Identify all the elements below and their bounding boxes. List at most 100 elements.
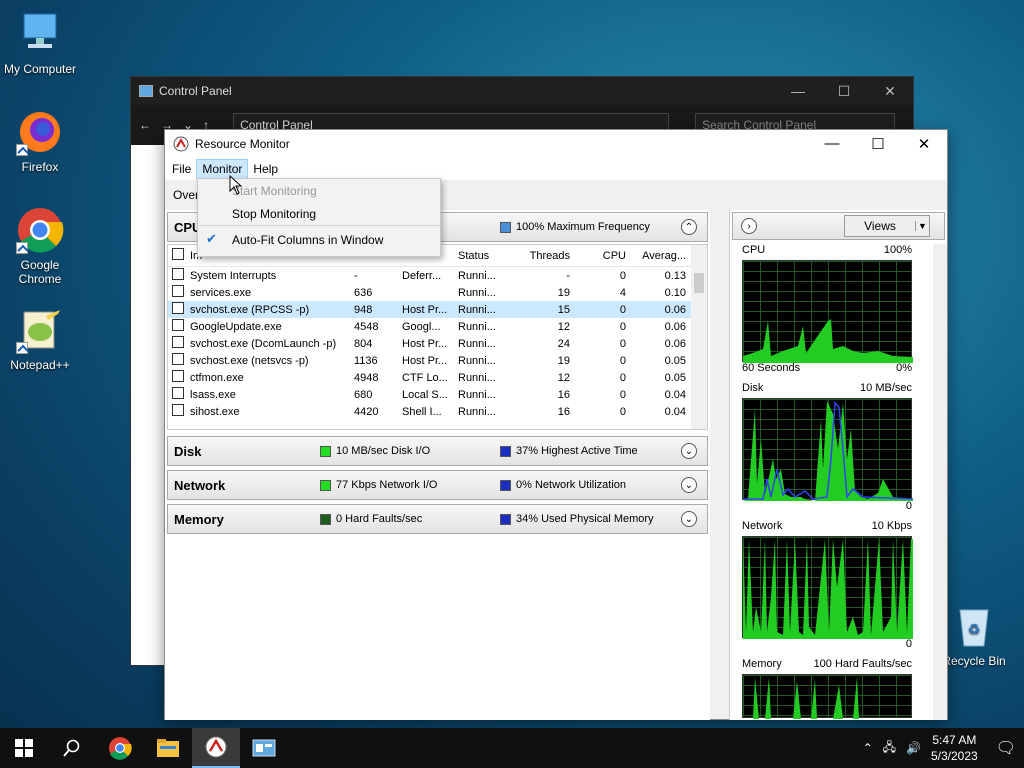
cell-description: CTF Lo... [402,371,448,384]
menu-item-stop-monitoring[interactable]: Stop Monitoring [198,202,440,225]
desktop-icon-label: Notepad++ [10,358,70,372]
table-row[interactable]: svchost.exe (DcomLaunch -p) 804 Host Pr...… [168,335,707,352]
cell-pid: 4948 [354,371,379,384]
clock[interactable]: 5:47 AM 5/3/2023 [931,732,978,764]
volume-icon[interactable]: 🔊 [906,741,921,755]
expand-chevron-icon[interactable]: ⌄ [681,511,697,527]
control-panel-icon [139,85,153,97]
cell-cpu: 0 [619,371,626,384]
expand-chevron-icon[interactable]: ⌄ [681,477,697,493]
legend-text: 77 Kbps Network I/O [336,479,438,491]
desktop-icon-label: Google Chrome [18,258,62,286]
desktop-icon-my-computer[interactable]: My Computer [0,10,80,76]
table-row[interactable]: lsass.exe 680 Local S... Runni... 16 0 0.04 [168,386,707,403]
table-row[interactable]: System Interrupts - Deferr... Runni... - 0 0.1… [168,267,707,284]
dropdown-arrow-icon: ▼ [915,221,929,231]
cell-status: Runni... [458,286,496,299]
network-section-header[interactable]: Network 77 Kbps Network I/O 0% Network U… [167,470,708,500]
taskbar-control-panel[interactable] [240,728,288,768]
close-button[interactable]: ✕ [901,135,947,153]
column-status[interactable]: Status [458,250,514,262]
menu-file[interactable]: File [167,160,196,178]
maximize-button[interactable]: ☐ [855,135,901,153]
disk-section-header[interactable]: Disk 10 MB/sec Disk I/O 37% Highest Acti… [167,436,708,466]
views-dropdown[interactable]: Views ▼ [844,215,930,237]
menu-help[interactable]: Help [248,160,283,178]
network-icon[interactable]: 🖧 [883,738,896,759]
scrollbar-thumb[interactable] [694,273,704,293]
row-checkbox[interactable] [172,336,184,348]
row-checkbox[interactable] [172,319,184,331]
legend-swatch [320,479,331,491]
legend-swatch [500,445,511,457]
cell-pid: 680 [354,388,373,401]
cell-image: GoogleUpdate.exe [190,320,282,333]
minimize-button[interactable]: — [809,135,855,153]
table-scrollbar[interactable] [691,245,707,429]
row-checkbox[interactable] [172,268,184,280]
cell-threads: 19 [557,354,570,367]
disk-graph: Disk 10 MB/sec 0 [742,382,914,514]
cell-image: svchost.exe (netsvcs -p) [190,354,309,367]
cell-description: Host Pr... [402,303,448,316]
memory-graph: Memory 100 Hard Faults/sec [742,658,913,719]
taskbar: ⌃ 🖧 🔊 5:47 AM 5/3/2023 🗨 [0,728,1024,768]
expand-chevron-icon[interactable]: ⌄ [681,443,697,459]
search-button[interactable] [48,728,96,768]
control-panel-titlebar: Control Panel — ☐ ✕ [131,77,913,105]
column-cpu[interactable]: CPU [574,250,630,262]
cell-image: System Interrupts [190,269,277,282]
close-button[interactable]: ✕ [867,83,913,100]
search-icon [63,739,80,757]
collapse-chevron-icon[interactable]: ⌃ [681,219,697,235]
row-checkbox[interactable] [172,370,184,382]
maximize-button[interactable]: ☐ [821,83,867,100]
resource-monitor-titlebar: Resource Monitor — ☐ ✕ [165,130,947,158]
row-checkbox[interactable] [172,387,184,399]
row-checkbox[interactable] [172,353,184,365]
legend-swatch [320,513,331,525]
table-row[interactable]: services.exe 636 Runni... 19 4 0.10 [168,284,707,301]
table-row[interactable]: svchost.exe (netsvcs -p) 1136 Host Pr... Ru… [168,352,707,369]
graph-time-span: 60 Seconds [742,362,801,374]
start-button[interactable] [0,728,48,768]
graph-pane-scrollbar[interactable] [933,244,947,720]
row-checkbox[interactable] [172,404,184,416]
back-arrow-icon[interactable]: ← [139,118,151,132]
taskbar-chrome[interactable] [96,728,144,768]
cell-status: Runni... [458,405,496,418]
row-checkbox[interactable] [172,302,184,314]
overview-sections: CPU 100% Maximum Frequency ⌃ Im Status T… [165,210,710,720]
table-row[interactable]: ctfmon.exe 4948 CTF Lo... Runni... 12 0 0.05 [168,369,707,386]
cell-status: Runni... [458,388,496,401]
cell-description: Deferr... [402,269,442,282]
column-threads[interactable]: Threads [514,250,574,262]
menu-item-auto-fit-columns[interactable]: ✔ Auto-Fit Columns in Window [198,225,440,253]
graph-label: Memory [742,658,782,670]
disk-active-time-legend: 37% Highest Active Time [500,445,638,457]
taskbar-file-explorer[interactable] [144,728,192,768]
desktop-icon-firefox[interactable]: Firefox [0,108,80,174]
cell-average: 0.10 [664,286,686,299]
table-row[interactable]: svchost.exe (RPCSS -p) 948 Host Pr... Runni… [168,301,707,318]
memory-section-header[interactable]: Memory 0 Hard Faults/sec 34% Used Physic… [167,504,708,534]
desktop-icon-notepad-plus-plus[interactable]: Notepad++ [0,306,80,372]
collapse-pane-chevron-icon[interactable]: › [741,218,757,234]
row-checkbox[interactable] [172,285,184,297]
legend-text: 100% Maximum Frequency [516,221,650,233]
cell-pid: 636 [354,286,373,299]
desktop-icon-google-chrome[interactable]: Google Chrome [0,206,80,286]
show-hidden-icons-chevron-icon[interactable]: ⌃ [863,741,873,755]
minimize-button[interactable]: — [775,83,821,100]
taskbar-resource-monitor[interactable] [192,728,240,768]
cell-pid: 4420 [354,405,379,418]
resource-monitor-icon [205,736,227,758]
table-row[interactable]: GoogleUpdate.exe 4548 Googl... Runni... 12 0 0… [168,318,707,335]
select-all-checkbox[interactable] [172,248,184,260]
legend-swatch [500,479,511,491]
notifications-icon[interactable]: 🗨 [996,738,1016,758]
table-row[interactable]: sihost.exe 4420 Shell I... Runni... 16 0 0.04 [168,403,707,420]
cell-cpu: 0 [619,269,626,282]
column-average[interactable]: Averag... [630,250,690,262]
cell-image: ctfmon.exe [190,371,244,384]
